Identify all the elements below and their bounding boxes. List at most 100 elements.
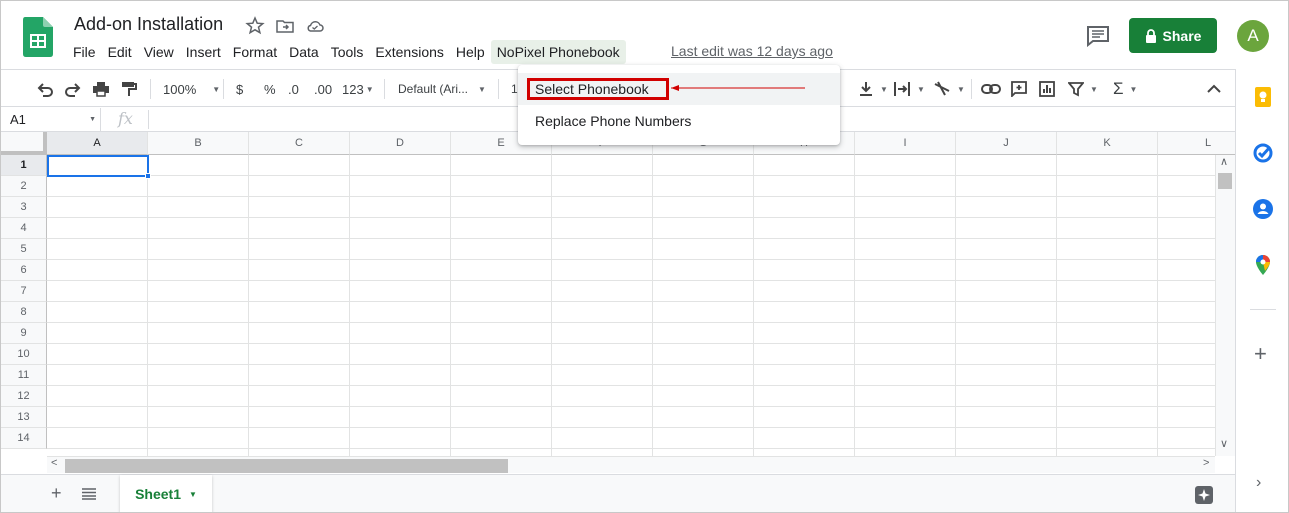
active-cell-a1[interactable] [47,155,149,177]
font-size-value: 1 [511,82,518,96]
collapse-toolbar-icon[interactable] [1207,70,1221,108]
document-title[interactable]: Add-on Installation [74,14,223,35]
nopixel-phonebook-menu: Select Phonebook Replace Phone Numbers [518,65,840,145]
get-addons-icon[interactable]: + [1254,341,1267,367]
menu-help[interactable]: Help [450,40,491,64]
increase-decimal-label: .00 [314,81,333,97]
avatar[interactable]: A [1237,20,1269,52]
row-header-14[interactable]: 14 [1,428,47,449]
paint-format-icon[interactable] [120,70,138,108]
functions-icon[interactable]: Σ ▼ [1113,70,1137,108]
maps-icon[interactable] [1252,254,1274,276]
font-select[interactable]: Default (Ari... ▼ [398,70,486,108]
insert-link-icon[interactable] [981,70,1001,108]
row-header-12[interactable]: 12 [1,386,47,407]
decrease-decimal-label: .0 [288,81,299,97]
share-button[interactable]: Share [1129,18,1217,53]
text-rotation-icon[interactable]: ▼ [933,70,965,108]
sheet-tab-label: Sheet1 [135,486,181,502]
tasks-icon[interactable] [1252,142,1274,164]
sheet-tab-menu-icon[interactable]: ▼ [189,490,197,499]
sheet-tab-sheet1[interactable]: Sheet1 ▼ [120,475,212,512]
scroll-left-icon[interactable]: < [51,457,57,469]
comments-icon[interactable] [1086,25,1110,47]
vertical-scrollbar[interactable]: ∧ ∨ [1215,155,1235,456]
decrease-decimal-button[interactable]: .0 [288,70,299,108]
row-header-3[interactable]: 3 [1,197,47,218]
menu-format[interactable]: Format [227,40,283,64]
menu-file[interactable]: File [67,40,102,64]
vertical-scroll-thumb[interactable] [1218,173,1232,189]
fill-handle[interactable] [145,173,151,179]
column-header-c[interactable]: C [249,132,350,155]
scroll-up-icon[interactable]: ∧ [1220,155,1228,168]
sheet-tab-bar: + Sheet1 ▼ [1,474,1235,512]
all-sheets-icon[interactable] [82,488,96,500]
menu-nopixel-phonebook[interactable]: NoPixel Phonebook [490,40,626,64]
sheets-logo-icon[interactable] [23,17,53,57]
menu-bar: File Edit View Insert Format Data Tools … [67,39,626,65]
percent-format-button[interactable]: % [264,70,276,108]
increase-decimal-button[interactable]: .00 [314,70,332,108]
row-header-8[interactable]: 8 [1,302,47,323]
show-side-panel-icon[interactable]: › [1256,474,1261,492]
zoom-value: 100% [163,81,197,97]
last-edit-link[interactable]: Last edit was 12 days ago [671,43,833,59]
filter-icon[interactable]: ▼ [1068,70,1098,108]
column-header-d[interactable]: D [350,132,451,155]
fx-icon: fx [118,109,133,128]
undo-icon[interactable] [36,70,54,108]
column-header-i[interactable]: I [855,132,956,155]
row-header-6[interactable]: 6 [1,260,47,281]
more-formats-button[interactable]: 123 ▼ [342,70,374,108]
cloud-saved-icon[interactable] [305,16,325,36]
star-icon[interactable] [245,16,265,36]
app-window: Add-on Installation File Edit View Inser… [0,0,1289,513]
menu-insert[interactable]: Insert [180,40,227,64]
vertical-align-icon[interactable]: ▼ [858,70,888,108]
column-header-k[interactable]: K [1057,132,1158,155]
scroll-right-icon[interactable]: > [1203,457,1209,469]
move-folder-icon[interactable] [275,16,295,36]
menu-data[interactable]: Data [283,40,325,64]
column-header-b[interactable]: B [148,132,249,155]
insert-comment-icon[interactable] [1011,70,1027,108]
horizontal-scrollbar[interactable]: < > [47,456,1215,473]
row-header-5[interactable]: 5 [1,239,47,260]
menu-tools[interactable]: Tools [325,40,370,64]
contacts-icon[interactable] [1252,198,1274,220]
row-header-1[interactable]: 1 [1,155,47,176]
horizontal-scroll-thumb[interactable] [65,459,508,473]
menu-view[interactable]: View [138,40,180,64]
menu-edit[interactable]: Edit [102,40,138,64]
row-header-7[interactable]: 7 [1,281,47,302]
select-all-corner[interactable] [1,132,47,155]
column-header-l[interactable]: L [1158,132,1235,155]
spreadsheet-grid[interactable]: ABCDEFGHIJKL1234567891011121314 [1,132,1235,456]
name-box[interactable]: A1 ▼ [1,108,101,131]
scroll-down-icon[interactable]: ∨ [1220,437,1228,450]
column-header-a[interactable]: A [47,132,148,155]
row-header-10[interactable]: 10 [1,344,47,365]
insert-chart-icon[interactable] [1039,70,1055,108]
more-formats-label: 123 [342,81,364,97]
row-header-11[interactable]: 11 [1,365,47,386]
menu-item-replace-phone-numbers[interactable]: Replace Phone Numbers [518,105,840,137]
text-wrap-icon[interactable]: ▼ [893,70,925,108]
zoom-select[interactable]: 100% ▼ [163,70,220,108]
print-icon[interactable] [92,70,110,108]
font-size-select[interactable]: 1 [511,70,518,108]
add-sheet-icon[interactable]: + [51,483,62,504]
row-header-13[interactable]: 13 [1,407,47,428]
keep-icon[interactable] [1252,86,1274,108]
row-header-9[interactable]: 9 [1,323,47,344]
row-header-2[interactable]: 2 [1,176,47,197]
redo-icon[interactable] [64,70,82,108]
menu-extensions[interactable]: Extensions [369,40,449,64]
explore-icon[interactable] [1194,485,1214,505]
annotation-arrow-icon [671,85,805,91]
column-header-j[interactable]: J [956,132,1057,155]
currency-label: $ [236,81,244,97]
row-header-4[interactable]: 4 [1,218,47,239]
currency-format-button[interactable]: $ [236,70,243,108]
